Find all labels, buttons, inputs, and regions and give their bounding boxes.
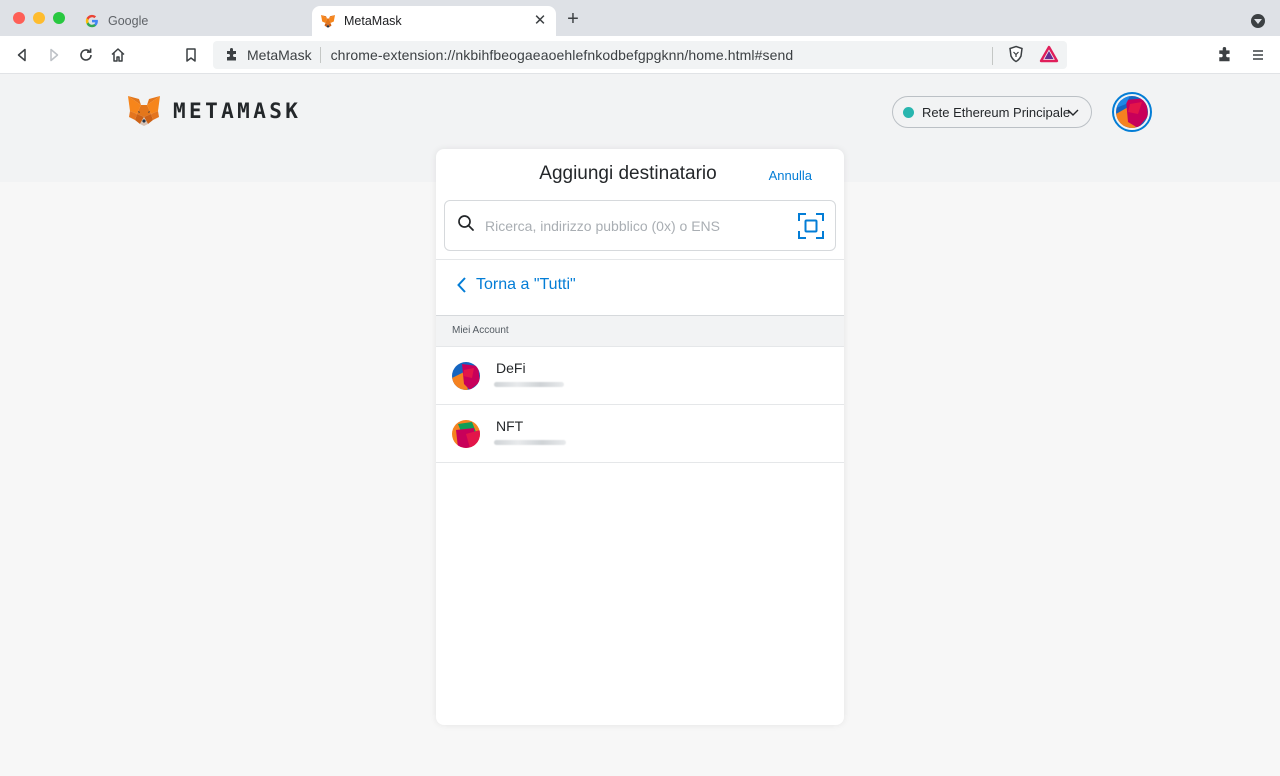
qr-scan-icon[interactable] — [797, 212, 825, 240]
network-status-dot — [903, 106, 914, 118]
account-identicon — [452, 362, 480, 390]
puzzle-icon — [227, 48, 236, 61]
tab-search-icon[interactable] — [1251, 14, 1265, 28]
window-zoom-button[interactable] — [53, 12, 65, 24]
network-selector[interactable]: Rete Ethereum Principale — [892, 96, 1092, 128]
reload-icon[interactable] — [76, 45, 96, 65]
url-text[interactable]: chrome-extension://nkbihfbeogaeaoehlefnk… — [331, 47, 794, 63]
back-arrow-icon[interactable] — [12, 45, 32, 65]
account-row-defi[interactable]: DeFi — [436, 347, 844, 405]
account-row-nft[interactable]: NFT — [436, 405, 844, 463]
page-title: Aggiungi destinatario — [539, 163, 717, 184]
home-icon[interactable] — [108, 45, 128, 65]
brave-rewards-icon[interactable] — [1039, 45, 1059, 66]
window-minimize-button[interactable] — [33, 12, 45, 24]
tab-google[interactable]: Google — [74, 6, 310, 36]
tab-metamask[interactable]: MetaMask ✕ — [312, 6, 556, 36]
browser-tab-bar: Google MetaMask ✕ + — [0, 0, 1280, 36]
chevron-down-icon — [1066, 105, 1080, 122]
back-label: Torna a "Tutti" — [476, 276, 576, 293]
metamask-fox-icon — [128, 96, 160, 126]
account-name: DeFi — [496, 360, 526, 376]
tab-title: Google — [108, 14, 149, 28]
new-tab-button[interactable]: + — [564, 9, 582, 29]
recipient-search-field[interactable] — [444, 200, 836, 251]
browser-menu-icon[interactable] — [1248, 45, 1268, 65]
browser-toolbar: MetaMask chrome-extension://nkbihfbeogae… — [0, 36, 1280, 74]
account-address-redacted — [494, 440, 566, 445]
divider — [436, 259, 844, 260]
extension-name: MetaMask — [247, 47, 312, 63]
metamask-fox-icon — [320, 13, 336, 29]
window-close-button[interactable] — [13, 12, 25, 24]
account-address-redacted — [494, 382, 564, 387]
account-identicon — [1116, 96, 1148, 128]
metamask-wordmark: METAMASK — [173, 99, 302, 123]
account-identicon — [452, 420, 480, 448]
extensions-icon[interactable] — [1215, 45, 1235, 65]
my-accounts-header: Miei Account — [436, 315, 844, 347]
recipient-search-input[interactable] — [485, 217, 775, 234]
brave-shield-icon[interactable] — [1007, 45, 1025, 66]
send-recipient-card: Aggiungi destinatario Annulla Torna a "T… — [436, 149, 844, 725]
tab-close-icon[interactable]: ✕ — [532, 13, 548, 29]
separator — [992, 46, 993, 65]
extension-indicator: MetaMask — [213, 47, 321, 63]
cancel-button[interactable]: Annulla — [769, 168, 812, 183]
network-label: Rete Ethereum Principale — [922, 104, 1071, 120]
bookmark-icon[interactable] — [181, 45, 201, 65]
back-to-all-button[interactable]: Torna a "Tutti" — [456, 276, 576, 294]
forward-arrow-icon[interactable] — [44, 45, 64, 65]
tab-title: MetaMask — [344, 14, 402, 28]
metamask-logo[interactable]: METAMASK — [127, 95, 301, 127]
account-menu-avatar[interactable] — [1112, 92, 1152, 132]
search-icon — [457, 214, 475, 237]
google-icon — [84, 13, 100, 29]
account-name: NFT — [496, 418, 524, 434]
chevron-left-icon — [457, 277, 466, 293]
address-bar[interactable]: MetaMask chrome-extension://nkbihfbeogae… — [213, 41, 1067, 69]
